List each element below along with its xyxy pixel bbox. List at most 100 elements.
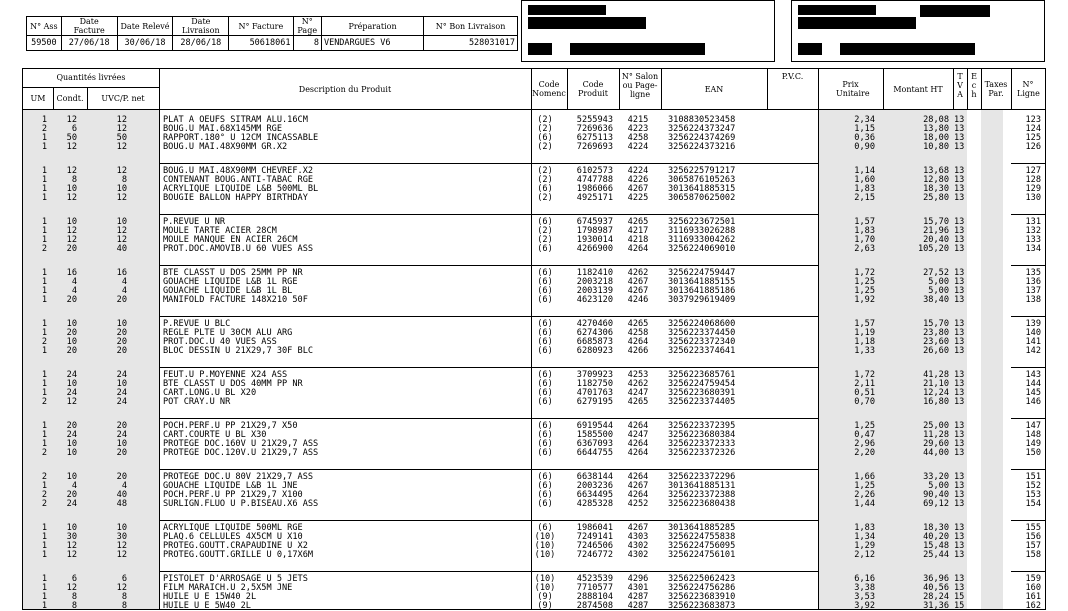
table-cell: 4264 [627, 448, 649, 458]
redacted-block [528, 5, 606, 15]
redacted-block [798, 17, 916, 29]
table-cell: 3256223374641 [668, 346, 736, 356]
table-cell: 12 [116, 583, 127, 593]
table-cell: 24 [116, 397, 127, 407]
redacted-block [528, 43, 552, 55]
table-cell: 1 [41, 346, 47, 356]
table-cell: 48 [116, 499, 127, 509]
table-cell: 4302 [627, 550, 649, 560]
table-cell: 7246772 [576, 550, 613, 560]
table-cell: 3037929619409 [668, 295, 736, 305]
table-cell: 1,33 [854, 346, 875, 356]
group-separator [159, 418, 818, 419]
table-cell: 12 [116, 142, 127, 152]
montant-header: Montant HT [893, 85, 943, 94]
table-cell: 1 [41, 550, 47, 560]
table-cell: MANIFOLD FACTURE 148X210 50F [163, 295, 308, 305]
group-separator [1011, 214, 1045, 215]
header-value: 27/06/18 [60, 35, 118, 51]
group-separator [1011, 571, 1045, 572]
table-cell: BOUG.U MAI.48X90MM GR.X2 [163, 142, 288, 152]
table-cell: 4224 [627, 142, 649, 152]
group-separator [159, 163, 818, 164]
table-cell: 3256224069010 [668, 244, 736, 254]
table-cell: 138 [1025, 295, 1041, 305]
table-cell: BOUGIE BALLON HAPPY BIRTHDAY [163, 193, 308, 203]
nomenc-header: Code Nomenc [532, 80, 566, 98]
group-separator [1011, 316, 1045, 317]
table-cell: 2,63 [854, 244, 875, 254]
code-header: Code Produit [577, 80, 609, 98]
table-cell: 1 [41, 142, 47, 152]
table-cell: 2,12 [854, 550, 875, 560]
table-cell: (6) [537, 346, 553, 356]
table-cell: 3065870625002 [668, 193, 736, 203]
table-cell: 13 [954, 142, 965, 152]
group-separator [159, 265, 818, 266]
redacted-block [840, 43, 975, 55]
table-cell: 4246 [627, 295, 649, 305]
table-cell: 12 [66, 142, 77, 152]
table-cell: PROTEGE DOC.120V.U 21X29,7 ASS [163, 448, 319, 458]
table-cell: 13 [954, 346, 965, 356]
table-cell: 13 [954, 448, 965, 458]
group-separator [1011, 265, 1045, 266]
pvc-header: P.V.C. [781, 72, 804, 81]
table-cell: 20 [66, 346, 77, 356]
table-cell: 3256223372326 [668, 448, 736, 458]
table-cell: 13 [954, 244, 965, 254]
table-cell: 12 [66, 397, 77, 407]
table-cell: PROTEG.GOUTT.GRILLE U 0,17X6M [163, 550, 314, 560]
redacted-block [920, 5, 990, 17]
header-label: N° Ass [26, 16, 62, 36]
table-cell: 8 [121, 592, 127, 602]
table-cell: 4266900 [576, 244, 613, 254]
ligne-header: N° Ligne [1017, 80, 1040, 98]
table-cell: 154 [1025, 499, 1041, 509]
table-cell: 38,40 [923, 295, 949, 305]
table-cell: 20 [116, 472, 127, 482]
header-label: Date Livraison [172, 16, 230, 36]
group-separator [1011, 163, 1045, 164]
table-cell: 10,80 [923, 142, 949, 152]
table-cell: 25,80 [923, 193, 949, 203]
table-cell: 130 [1025, 193, 1041, 203]
table-cell: 3256223680438 [668, 499, 736, 509]
table-cell: 20 [66, 244, 77, 254]
group-separator [1011, 469, 1045, 470]
salon-header: N° Salon ou Page-ligne [621, 72, 659, 99]
group-separator [159, 214, 818, 215]
table-cell: 7269693 [576, 142, 613, 152]
header-value: 28/06/18 [172, 35, 230, 51]
table-cell: 12 [116, 193, 127, 203]
qty-group-header: Quantités livrées [56, 73, 126, 82]
header-value: VENDARGUES V6 [320, 35, 425, 51]
header-value: 30/06/18 [116, 35, 174, 51]
table-cell: (10) [534, 550, 556, 560]
prix-header: Prix Unitaire [836, 80, 870, 98]
table-cell: PROT.DOC.AMOVIB.U 60 VUES ASS [163, 244, 314, 254]
table-cell: 16 [116, 268, 127, 278]
group-separator [1011, 367, 1045, 368]
header-label: N° Page [292, 16, 322, 36]
table-cell: BLOC DESSIN U 21X29,7 30F BLC [163, 346, 314, 356]
table-cell: 20 [116, 448, 127, 458]
table-cell: 4225 [627, 193, 649, 203]
table-cell: (2) [537, 142, 553, 152]
group-separator [159, 571, 818, 572]
table-cell: 2,15 [854, 193, 875, 203]
table-cell: 12 [116, 550, 127, 560]
table-cell: (2) [537, 193, 553, 203]
table-cell: 26,60 [923, 346, 949, 356]
header-value: 8 [292, 35, 322, 51]
group-separator [159, 520, 818, 521]
ech-column [967, 110, 981, 609]
table-cell: 1 [41, 193, 47, 203]
group-separator [159, 316, 818, 317]
ean-header: EAN [704, 85, 724, 94]
description-header: Description du Produit [298, 85, 392, 94]
table-cell: 2 [41, 397, 47, 407]
redacted-block [570, 43, 705, 55]
header-value: 59500 [26, 35, 62, 51]
ech-header: E c h [971, 72, 977, 99]
